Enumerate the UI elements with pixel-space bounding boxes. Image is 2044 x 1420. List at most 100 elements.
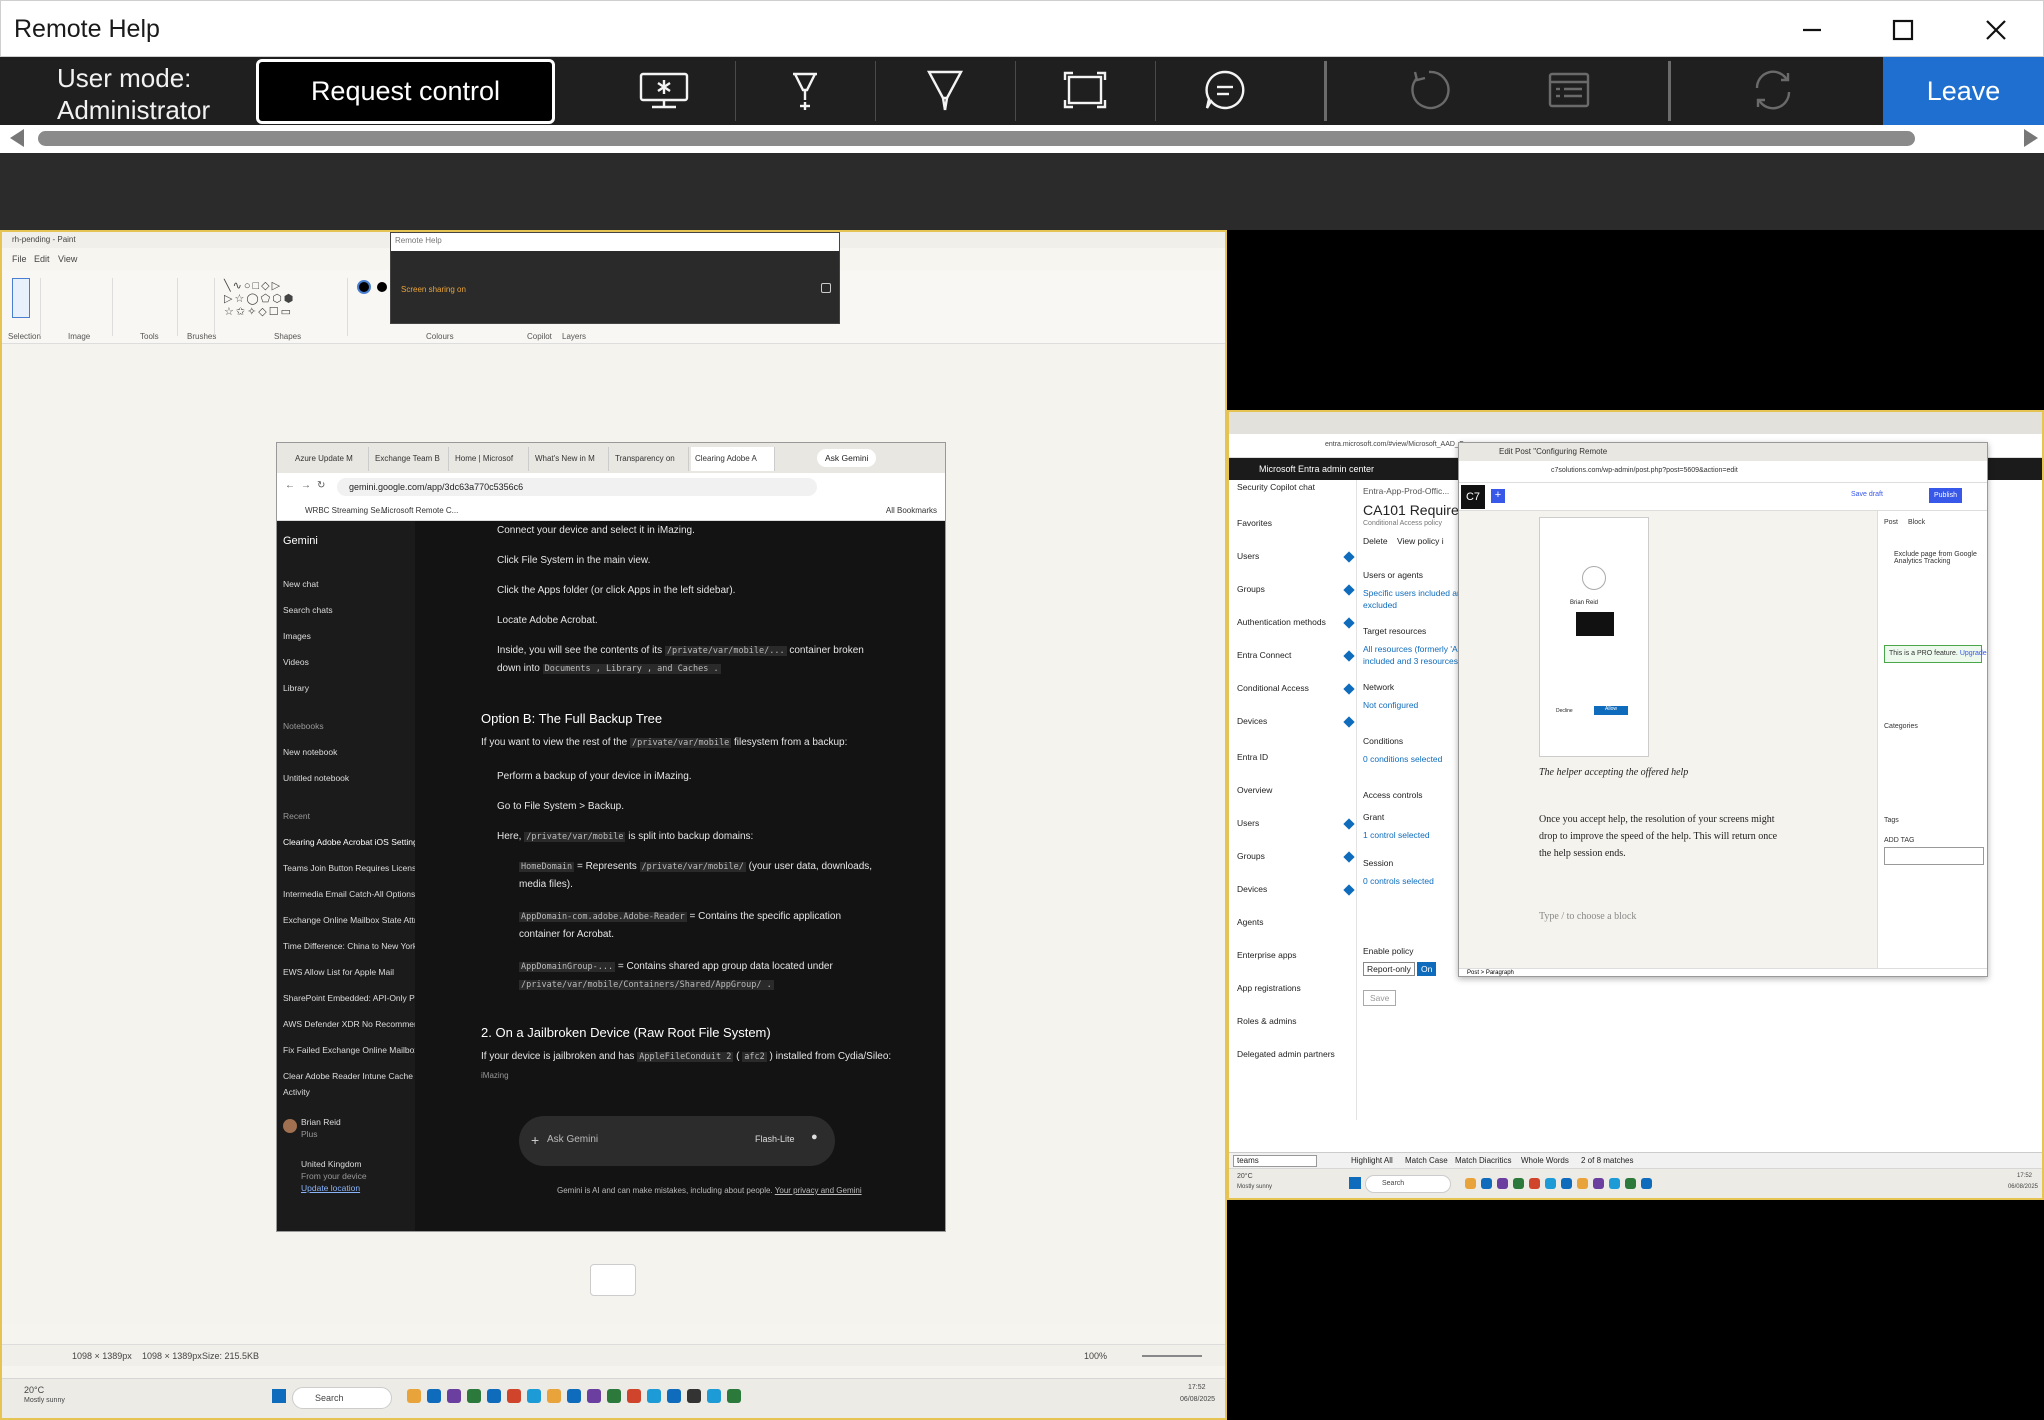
nav-roles-admins[interactable]: Roles & admins <box>1237 1016 1297 1026</box>
nav-enterprise-apps[interactable]: Enterprise apps <box>1237 950 1297 960</box>
taskbar-search[interactable]: Search <box>292 1387 392 1409</box>
taskbar-app-icon[interactable] <box>1465 1178 1476 1189</box>
scrollbar-thumb[interactable] <box>38 131 1915 146</box>
gemini-prompt-box[interactable]: + Ask Gemini Flash-Lite ● <box>519 1116 835 1166</box>
menu-file[interactable]: File <box>12 254 27 264</box>
users-value-link-2[interactable]: excluded <box>1363 600 1397 610</box>
menu-view[interactable]: View <box>58 254 77 264</box>
shared-screen-secondary[interactable]: entra.microsoft.com/#view/Microsoft_AAD_… <box>1227 410 2044 1200</box>
taskbar-app-icon[interactable] <box>1641 1178 1652 1189</box>
taskbar-app-icon[interactable] <box>467 1389 481 1403</box>
add-block-icon[interactable]: + <box>1491 489 1505 503</box>
nav-entra-connect[interactable]: Entra Connect <box>1237 650 1291 660</box>
favorite-star-icon[interactable] <box>1343 551 1355 563</box>
request-control-button[interactable]: Request control <box>256 59 555 124</box>
sidebar-images[interactable]: Images <box>283 631 311 641</box>
favorite-star-icon[interactable] <box>1343 716 1355 728</box>
source-chip[interactable]: iMazing <box>481 1071 509 1080</box>
ask-gemini-button[interactable]: Ask Gemini <box>817 449 877 467</box>
all-bookmarks[interactable]: All Bookmarks <box>886 506 937 515</box>
taskbar-app-icon[interactable] <box>1513 1178 1524 1189</box>
nav-favorites[interactable]: Favorites <box>1237 518 1272 528</box>
tags-panel[interactable]: Tags <box>1884 817 1899 824</box>
model-selector[interactable]: Flash-Lite <box>755 1134 795 1144</box>
favorite-star-icon[interactable] <box>1343 884 1355 896</box>
find-whole-words[interactable]: Whole Words <box>1521 1156 1569 1165</box>
avatar[interactable] <box>283 1119 297 1133</box>
favorite-star-icon[interactable] <box>1343 617 1355 629</box>
leave-button[interactable]: Leave <box>1883 57 2044 125</box>
report-only-toggle[interactable]: Report-only <box>1363 962 1415 976</box>
horizontal-scrollbar[interactable] <box>0 125 2044 153</box>
site-logo-icon[interactable]: C7 <box>1461 485 1485 509</box>
sidebar-activity[interactable]: Activity <box>283 1087 310 1097</box>
selection-tool[interactable] <box>12 278 30 318</box>
zoom-slider[interactable] <box>1142 1355 1202 1357</box>
nav-users[interactable]: Users <box>1237 551 1259 561</box>
nav-overview[interactable]: Overview <box>1237 785 1272 795</box>
sidebar-tab-block[interactable]: Block <box>1908 519 1925 526</box>
privacy-link[interactable]: Your privacy and Gemini <box>775 1186 862 1195</box>
refresh-button[interactable] <box>1704 61 1842 119</box>
nav-delegated-admin[interactable]: Delegated admin partners <box>1237 1049 1335 1059</box>
taskbar-app-icon[interactable] <box>1577 1178 1588 1189</box>
browser-tab[interactable]: What's New in M <box>531 447 609 471</box>
nav-devices[interactable]: Devices <box>1237 884 1267 894</box>
tag-input[interactable] <box>1884 847 1984 865</box>
fit-screen-button[interactable] <box>1016 61 1154 119</box>
task-manager-button[interactable] <box>1500 61 1638 119</box>
colour-2-swatch[interactable] <box>377 282 387 292</box>
url-field[interactable]: gemini.google.com/app/3dc63a770c5356c6 <box>337 478 817 496</box>
wp-url[interactable]: c7solutions.com/wp-admin/post.php?post=5… <box>1551 467 1738 474</box>
wp-post-canvas[interactable]: Brian Reid Decline Allow The helper acce… <box>1459 511 1877 968</box>
browser-tab[interactable]: Exchange Team B <box>371 447 449 471</box>
exclude-ga-option[interactable]: Exclude page from Google Analytics Track… <box>1894 551 1984 565</box>
nav-groups[interactable]: Groups <box>1237 851 1265 861</box>
taskbar-app-icon[interactable] <box>587 1389 601 1403</box>
wp-tab[interactable]: Edit Post "Configuring Remote <box>1499 447 1607 456</box>
view-policy-button[interactable]: View policy i <box>1397 536 1444 546</box>
find-highlight-all[interactable]: Highlight All <box>1351 1156 1393 1165</box>
bookmark[interactable]: Microsoft Remote C... <box>381 506 458 515</box>
browser-tab[interactable]: Azure Update M <box>291 447 369 471</box>
taskbar-app-icon[interactable] <box>427 1389 441 1403</box>
favorite-star-icon[interactable] <box>1343 584 1355 596</box>
nav-app-registrations[interactable]: App registrations <box>1237 983 1301 993</box>
breadcrumb[interactable]: Entra-App-Prod-Offic... <box>1363 486 1449 496</box>
taskbar-app-icon[interactable] <box>1561 1178 1572 1189</box>
zoom-level[interactable]: 100% <box>1084 1351 1107 1361</box>
block-breadcrumb[interactable]: Post > Paragraph <box>1467 970 1514 976</box>
find-match-diacritics[interactable]: Match Diacritics <box>1455 1156 1511 1165</box>
restart-button[interactable] <box>1360 61 1498 119</box>
taskbar-app-icon[interactable] <box>687 1389 701 1403</box>
shared-screen-primary[interactable]: rh-pending - Paint File Edit View Select… <box>0 230 1227 1420</box>
chat-button[interactable] <box>1156 61 1294 119</box>
favorite-star-icon[interactable] <box>1343 851 1355 863</box>
session-value-link[interactable]: 0 controls selected <box>1363 876 1434 886</box>
start-icon[interactable] <box>272 1389 286 1403</box>
nav-agents[interactable]: Agents <box>1237 917 1263 927</box>
categories-panel[interactable]: Categories <box>1884 723 1918 730</box>
taskbar-app-icon[interactable] <box>1497 1178 1508 1189</box>
forward-icon[interactable]: → <box>301 480 311 491</box>
helper-screenshot-image[interactable]: Brian Reid Decline Allow <box>1539 517 1649 757</box>
highlighter-button[interactable] <box>876 61 1014 119</box>
ctrl-alt-del-button[interactable] <box>595 61 733 119</box>
entra-url[interactable]: entra.microsoft.com/#view/Microsoft_AAD_… <box>1325 441 1474 448</box>
taskbar-search[interactable]: Search <box>1365 1175 1451 1193</box>
taskbar-app-icon[interactable] <box>447 1389 461 1403</box>
on-toggle[interactable]: On <box>1417 962 1437 976</box>
recent-chat[interactable]: EWS Allow List for Apple Mail <box>283 967 394 977</box>
block-placeholder[interactable]: Type / to choose a block <box>1539 911 1636 922</box>
upgrade-link[interactable]: Upgrade <box>1960 650 1987 657</box>
reload-icon[interactable]: ↻ <box>317 480 325 491</box>
save-button[interactable]: Save <box>1363 990 1397 1006</box>
taskbar-app-icon[interactable] <box>607 1389 621 1403</box>
find-match-case[interactable]: Match Case <box>1405 1156 1448 1165</box>
nav-conditional-access[interactable]: Conditional Access <box>1237 683 1309 693</box>
shapes-gallery[interactable]: ╲∿○□◇▷ ▷☆◯⬠⬡⬢ ☆✩✧◇☐▭ <box>224 280 293 324</box>
browser-tab-active[interactable]: Clearing Adobe A <box>691 447 775 471</box>
browser-tab[interactable]: Home | Microsof <box>451 447 529 471</box>
microphone-icon[interactable]: ● <box>811 1131 818 1143</box>
taskbar-app-icon[interactable] <box>567 1389 581 1403</box>
